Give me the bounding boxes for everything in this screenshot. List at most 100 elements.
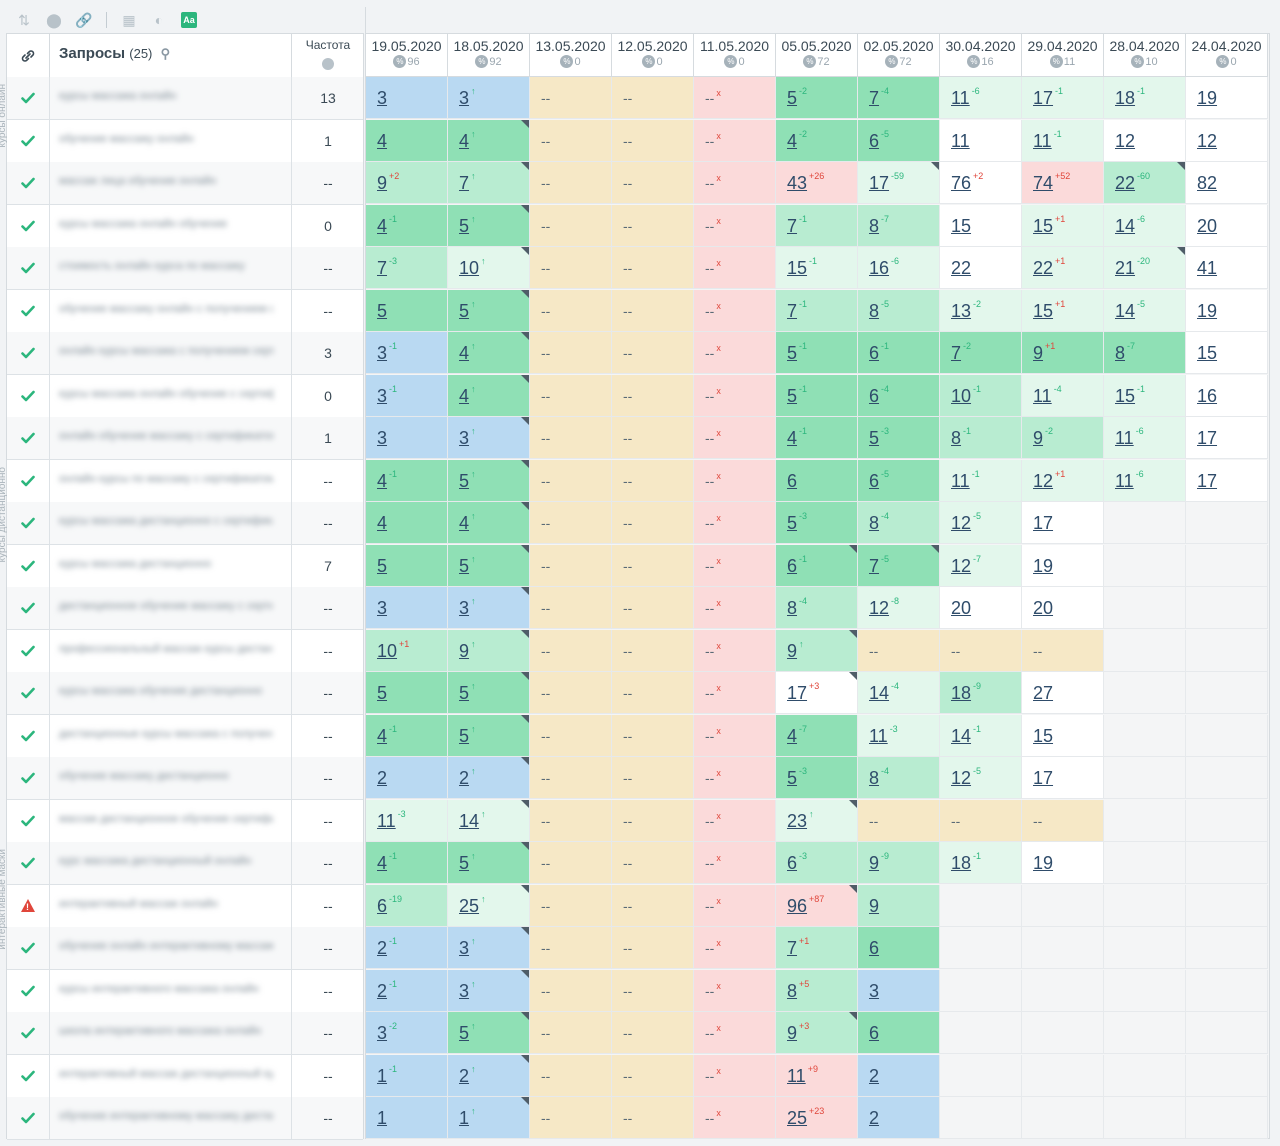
position-cell[interactable]: 3 -2 <box>366 1012 448 1054</box>
position-cell[interactable]: 8 -5 <box>858 289 940 332</box>
position-cell[interactable]: 25 +23 <box>776 1097 858 1139</box>
position-cell[interactable]: 3 -1 <box>366 374 448 417</box>
position-cell[interactable]: 22 <box>940 247 1022 289</box>
position-cell[interactable]: 8 -4 <box>858 757 940 799</box>
position-cell[interactable]: 11 -1 <box>940 459 1022 502</box>
position-cell[interactable]: 6 -5 <box>858 119 940 162</box>
position-cell[interactable]: 4 ↑ <box>448 332 530 374</box>
position-cell[interactable]: 4 -1 <box>366 714 448 757</box>
query-status[interactable] <box>7 162 50 204</box>
query-status[interactable] <box>7 629 50 672</box>
position-cell[interactable]: 96 +87 <box>776 884 858 927</box>
query-text[interactable]: массаж дистанционное обучение сертификат… <box>59 813 273 827</box>
position-cell[interactable]: 4 ↑ <box>448 374 530 417</box>
position-cell[interactable]: 4 -1 <box>366 459 448 502</box>
date-column-header[interactable]: 29.04.2020% 11 <box>1022 34 1104 77</box>
position-cell[interactable]: 5 ↑ <box>448 544 530 587</box>
position-cell[interactable]: 14 -5 <box>1104 289 1186 332</box>
position-cell[interactable]: 3 ↑ <box>448 417 530 459</box>
query-status[interactable] <box>7 969 50 1012</box>
date-column-header[interactable]: 19.05.2020% 96 <box>366 34 448 77</box>
position-cell[interactable]: 5 -2 <box>776 77 858 119</box>
position-cell[interactable]: 5 <box>366 544 448 587</box>
date-column-header[interactable]: 30.04.2020% 16 <box>940 34 1022 77</box>
position-cell[interactable]: 15 -1 <box>776 247 858 289</box>
position-cell[interactable]: 11 -6 <box>1104 459 1186 502</box>
position-cell[interactable]: 82 <box>1186 162 1268 204</box>
position-cell[interactable]: 2 -1 <box>366 969 448 1012</box>
position-cell[interactable]: 6 -1 <box>858 332 940 374</box>
position-cell[interactable]: 1 ↑ <box>448 1097 530 1139</box>
position-cell[interactable]: 19 <box>1186 289 1268 332</box>
position-cell[interactable]: 1 -1 <box>366 1054 448 1097</box>
query-row[interactable]: курсы массажа онлайн 13 <box>7 77 363 120</box>
query-status[interactable] <box>7 204 50 247</box>
position-cell[interactable]: 5 -1 <box>776 374 858 417</box>
query-row[interactable]: обучение массажу онлайн с получением сер… <box>7 289 363 333</box>
query-text[interactable]: курсы массажа онлайн обучение с сертифик… <box>59 388 273 402</box>
position-cell[interactable]: 20 <box>1022 587 1104 629</box>
position-cell[interactable]: 6 -1 <box>776 544 858 587</box>
position-cell[interactable]: 5 ↑ <box>448 842 530 884</box>
position-cell[interactable]: 23 ↑ <box>776 799 858 842</box>
position-cell[interactable]: 7 -2 <box>940 332 1022 374</box>
position-cell[interactable]: 3 <box>366 417 448 459</box>
query-status[interactable] <box>7 247 50 289</box>
sort-icon[interactable]: ⇅ <box>16 12 32 28</box>
position-cell[interactable]: 19 <box>1186 77 1268 119</box>
position-cell[interactable]: 20 <box>1186 204 1268 247</box>
query-status[interactable] <box>7 289 50 332</box>
query-text[interactable]: курсы массажа обучение дистанционно <box>59 685 273 699</box>
query-row[interactable]: онлайн курсы массажа с получением сертиф… <box>7 332 363 375</box>
position-cell[interactable]: 11 +9 <box>776 1054 858 1097</box>
position-cell[interactable]: 8 -4 <box>776 587 858 629</box>
position-cell[interactable]: 16 -6 <box>858 247 940 289</box>
position-cell[interactable]: 6 -19 <box>366 884 448 927</box>
date-column-header[interactable]: 05.05.2020% 72 <box>776 34 858 77</box>
position-cell[interactable]: 5 ↑ <box>448 1012 530 1054</box>
position-cell[interactable]: 74 +52 <box>1022 162 1104 204</box>
position-cell[interactable]: 7 -1 <box>776 289 858 332</box>
link-icon[interactable]: 🔗 <box>75 12 92 28</box>
position-cell[interactable]: 7 -5 <box>858 544 940 587</box>
position-cell[interactable]: 10 ↑ <box>448 247 530 289</box>
position-cell[interactable]: 15 -1 <box>1104 374 1186 417</box>
query-text[interactable]: онлайн обучение массажу с сертификатом <box>59 430 273 444</box>
position-cell[interactable]: 7 -4 <box>858 77 940 119</box>
query-text[interactable]: онлайн курсы по массажу с сертификатом <box>59 473 273 487</box>
query-status[interactable] <box>7 459 50 502</box>
query-text[interactable]: стоимость онлайн курса по массажу <box>59 260 273 274</box>
position-cell[interactable]: 17 +3 <box>776 672 858 714</box>
position-cell[interactable]: 5 ↑ <box>448 714 530 757</box>
position-cell[interactable]: 43 +26 <box>776 162 858 204</box>
position-cell[interactable]: 12 <box>1104 119 1186 162</box>
query-text[interactable]: курсы массажа онлайн обучение <box>59 218 273 232</box>
query-text[interactable]: обучение онлайн интерактивному массажу <box>59 940 273 954</box>
position-cell[interactable]: 10 +1 <box>366 629 448 672</box>
position-cell[interactable]: 22 +1 <box>1022 247 1104 289</box>
position-cell[interactable]: 41 <box>1186 247 1268 289</box>
query-row[interactable]: интерактивный массаж дистанционный курс -… <box>7 1054 363 1098</box>
position-cell[interactable]: 15 <box>1022 714 1104 757</box>
query-status[interactable] <box>7 374 50 417</box>
position-cell[interactable]: 9 ↑ <box>776 629 858 672</box>
date-column-header[interactable]: 24.04.2020% 0 <box>1186 34 1268 77</box>
query-row[interactable]: курсы массажа дистанционно с сертификато… <box>7 502 363 545</box>
position-cell[interactable]: 4 <box>366 119 448 162</box>
position-cell[interactable]: 6 -4 <box>858 374 940 417</box>
position-cell[interactable]: 15 +1 <box>1022 204 1104 247</box>
position-cell[interactable]: 3 <box>858 969 940 1012</box>
date-column-header[interactable]: 12.05.2020% 0 <box>612 34 694 77</box>
position-cell[interactable]: 5 ↑ <box>448 204 530 247</box>
position-cell[interactable]: 5 <box>366 672 448 714</box>
position-cell[interactable]: 12 +1 <box>1022 459 1104 502</box>
position-cell[interactable]: 8 -4 <box>858 502 940 544</box>
position-cell[interactable]: 6 <box>858 1012 940 1054</box>
position-cell[interactable]: 2 <box>858 1097 940 1139</box>
query-text[interactable]: интерактивный массаж дистанционный курс <box>59 1068 273 1082</box>
query-row[interactable]: массаж лица обучение онлайн -- <box>7 162 363 205</box>
position-cell[interactable]: 11 -6 <box>1104 417 1186 459</box>
toggle-icon[interactable]: ⬤ <box>46 12 62 28</box>
position-cell[interactable]: 8 -7 <box>858 204 940 247</box>
position-cell[interactable]: 7 -3 <box>366 247 448 289</box>
